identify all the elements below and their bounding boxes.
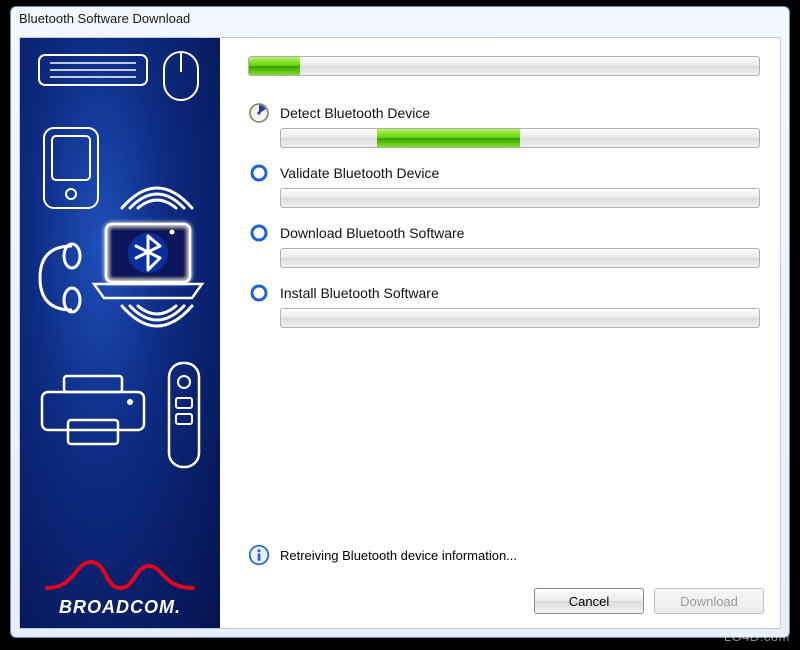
status-message: Retreiving Bluetooth device information.… (280, 548, 517, 563)
button-row: Cancel Download (534, 588, 764, 614)
step-progress-fill (377, 129, 520, 147)
step-progress-download (280, 248, 760, 268)
sidebar-art: BROADCOM. (20, 38, 220, 628)
cancel-button[interactable]: Cancel (534, 588, 644, 614)
radio-arcs-top-icon (112, 158, 202, 218)
laptop-bluetooth-icon (88, 218, 208, 304)
pda-icon (42, 126, 100, 210)
headset-icon (32, 238, 86, 318)
remote-icon (166, 360, 202, 470)
radio-arcs-bottom-icon (112, 300, 202, 356)
step-row-install: Install Bluetooth Software (248, 282, 760, 304)
brand-name: BROADCOM. (20, 597, 220, 618)
printer-icon (38, 374, 148, 450)
client-area: BROADCOM. Detect Bluetooth Device (19, 37, 781, 629)
step-label: Validate Bluetooth Device (280, 165, 439, 181)
brand-wave-icon (45, 558, 195, 592)
step-label: Download Bluetooth Software (280, 225, 464, 241)
step-row-download: Download Bluetooth Software (248, 222, 760, 244)
pending-circle-icon (248, 222, 270, 244)
status-row: Retreiving Bluetooth device information.… (248, 544, 517, 566)
download-button[interactable]: Download (654, 588, 764, 614)
brand-block: BROADCOM. (20, 558, 220, 618)
window-title: Bluetooth Software Download (19, 11, 190, 26)
info-icon (248, 544, 270, 566)
window-titlebar[interactable]: Bluetooth Software Download (11, 7, 789, 37)
clock-active-icon (248, 102, 270, 124)
pending-circle-icon (248, 282, 270, 304)
main-panel: Detect Bluetooth Device Validate Bluetoo… (220, 38, 780, 628)
mouse-icon (162, 50, 200, 102)
step-row-validate: Validate Bluetooth Device (248, 162, 760, 184)
installer-window: Bluetooth Software Download (10, 6, 790, 638)
step-progress-detect (280, 128, 760, 148)
keyboard-icon (38, 54, 148, 94)
pending-circle-icon (248, 162, 270, 184)
overall-progress-bar (248, 56, 760, 76)
step-progress-validate (280, 188, 760, 208)
step-progress-install (280, 308, 760, 328)
step-label: Detect Bluetooth Device (280, 105, 430, 121)
overall-progress-fill (249, 57, 300, 75)
step-row-detect: Detect Bluetooth Device (248, 102, 760, 124)
step-label: Install Bluetooth Software (280, 285, 439, 301)
